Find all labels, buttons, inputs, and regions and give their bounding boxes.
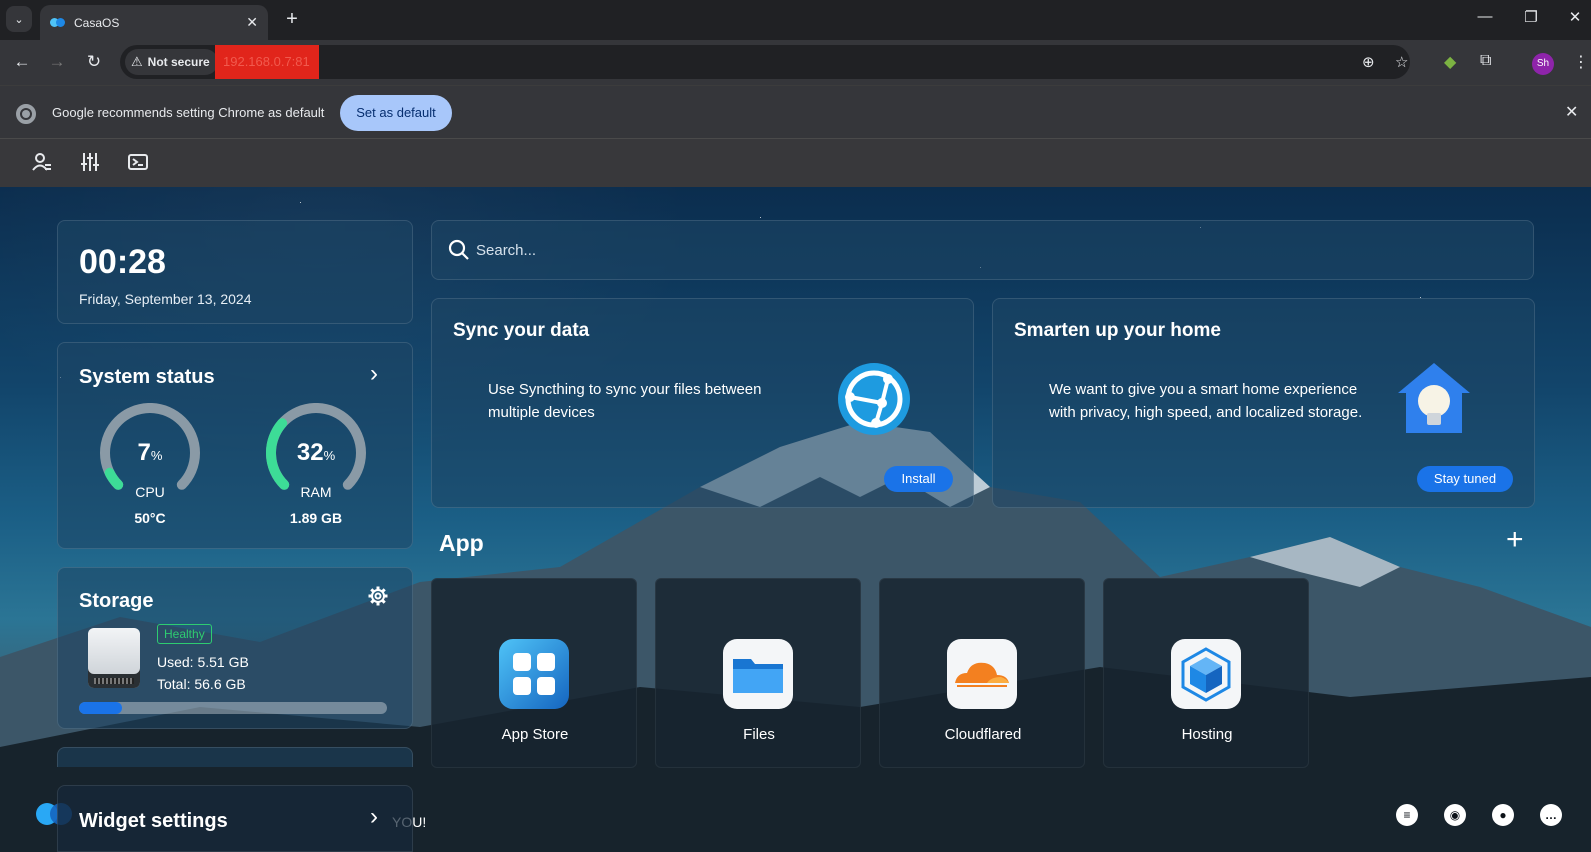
settings-sliders-icon[interactable] xyxy=(80,152,100,177)
search-icon xyxy=(448,239,469,260)
clock-date: Friday, September 13, 2024 xyxy=(79,291,252,307)
gear-icon[interactable] xyxy=(368,586,388,611)
clock-time: 00:28 xyxy=(79,243,166,281)
app-tile-files[interactable]: Files xyxy=(655,578,861,768)
search-input[interactable] xyxy=(476,221,1376,279)
extensions-puzzle-icon[interactable]: ⧉ xyxy=(1480,52,1491,70)
forward-icon[interactable]: → xyxy=(46,52,68,72)
github-icon[interactable]: ● xyxy=(1492,804,1514,826)
infobar-close-icon[interactable]: ✕ xyxy=(1565,102,1578,122)
storage-usage-bar xyxy=(79,702,387,714)
ram-label: RAM xyxy=(300,484,332,500)
add-app-button[interactable]: + xyxy=(1506,523,1524,557)
apps-section-title: App xyxy=(439,530,484,556)
browser-menu-icon[interactable]: ⋮ xyxy=(1573,52,1589,72)
discord-icon[interactable]: ◉ xyxy=(1444,804,1466,826)
system-status-title: System status xyxy=(79,366,215,388)
tab-search-button[interactable]: ⌄ xyxy=(6,6,32,32)
smart-home-bulb-icon xyxy=(1398,363,1470,433)
sync-card-description: Use Syncthing to sync your files between… xyxy=(488,381,762,421)
clock-widget: 00:28 Friday, September 13, 2024 xyxy=(57,220,413,324)
app-store-icon xyxy=(499,639,569,709)
cpu-percent: 7% xyxy=(137,439,163,466)
casaos-favicon-icon xyxy=(50,17,66,29)
storage-used: Used: 5.51 GB xyxy=(157,654,249,670)
set-as-default-button[interactable]: Set as default xyxy=(340,95,452,131)
back-icon[interactable]: ← xyxy=(11,52,33,72)
bookmark-star-icon[interactable]: ☆ xyxy=(1395,53,1408,71)
url-text-redacted[interactable]: 192.168.0.7:81 xyxy=(215,45,319,79)
app-label: Cloudflared xyxy=(944,726,1022,743)
restore-button[interactable]: ❐ xyxy=(1516,8,1546,26)
chevron-right-icon[interactable]: › xyxy=(370,360,378,388)
stay-tuned-button[interactable]: Stay tuned xyxy=(1417,466,1513,492)
app-tile-cloudflared[interactable]: Cloudflared xyxy=(879,578,1085,768)
sync-data-card: Sync your data Use Syncthing to sync you… xyxy=(431,298,974,508)
extension-colorful-icon[interactable]: ◆ xyxy=(1444,52,1456,72)
cpu-label: CPU xyxy=(135,484,165,500)
app-label: Files xyxy=(743,726,775,743)
chat-icon[interactable]: … xyxy=(1540,804,1562,826)
storage-health-badge: Healthy xyxy=(157,624,212,644)
folder-icon xyxy=(723,639,793,709)
widget-settings-title: Widget settings xyxy=(79,810,228,832)
browser-toolbar: ← → ↻ ⚠ Not secure 192.168.0.7:81 ⊕ ☆ ◆ ⧉… xyxy=(0,40,1591,85)
reload-icon[interactable]: ↻ xyxy=(83,52,105,72)
widget-settings-panel[interactable]: Widget settings › xyxy=(57,785,413,852)
not-secure-label: Not secure xyxy=(147,55,210,69)
smart-home-card-title: Smarten up your home xyxy=(1014,320,1221,341)
sync-card-title: Sync your data xyxy=(453,320,590,341)
hard-drive-icon xyxy=(88,628,140,688)
syncthing-icon xyxy=(838,363,910,435)
search-box[interactable] xyxy=(431,220,1534,280)
browser-tab[interactable]: CasaOS ✕ xyxy=(40,5,268,40)
profile-avatar[interactable]: Sh xyxy=(1532,53,1554,75)
browser-titlebar: ⌄ CasaOS ✕ + — ❐ ✕ xyxy=(0,0,1591,40)
not-secure-chip[interactable]: ⚠ Not secure xyxy=(125,49,218,75)
tab-title: CasaOS xyxy=(74,15,120,30)
install-button[interactable]: Install xyxy=(884,466,953,492)
app-tile-hosting[interactable]: Hosting xyxy=(1103,578,1309,768)
warning-icon: ⚠ xyxy=(131,54,143,69)
storage-total: Total: 56.6 GB xyxy=(157,676,246,692)
chrome-logo-icon xyxy=(16,104,36,124)
smart-home-card: Smarten up your home We want to give you… xyxy=(992,298,1535,508)
terminal-icon[interactable] xyxy=(128,152,148,177)
smart-home-card-description: We want to give you a smart home experie… xyxy=(1049,381,1363,421)
cube-icon xyxy=(1171,639,1241,709)
casaos-topbar xyxy=(0,139,1591,187)
ram-percent: 32% xyxy=(296,439,336,466)
storage-title: Storage xyxy=(79,590,154,612)
account-icon[interactable] xyxy=(32,152,52,177)
hidden-widget-edge xyxy=(57,747,413,767)
storage-usage-fill xyxy=(79,702,123,714)
storage-widget: Storage Healthy Used: 5.51 GB Total: 56.… xyxy=(57,567,413,729)
zoom-icon[interactable]: ⊕ xyxy=(1362,53,1375,71)
app-label: Hosting xyxy=(1181,726,1233,743)
new-tab-button[interactable]: + xyxy=(280,8,304,31)
system-status-widget: System status › 7% CPU 50°C 32% RAM 1.89… xyxy=(57,342,413,549)
casaos-dashboard: 00:28 Friday, September 13, 2024 System … xyxy=(0,187,1591,852)
minimize-button[interactable]: — xyxy=(1470,8,1500,25)
address-bar[interactable]: ⚠ Not secure 192.168.0.7:81 ⊕ ☆ xyxy=(120,45,1410,79)
cpu-temperature: 50°C xyxy=(134,510,166,526)
widget-settings-chevron-icon[interactable]: › xyxy=(370,803,378,831)
cloudflare-icon xyxy=(947,639,1017,709)
docs-icon[interactable]: ≡ xyxy=(1396,804,1418,826)
tab-close-icon[interactable]: ✕ xyxy=(246,14,258,31)
app-label: App Store xyxy=(501,726,569,743)
infobar-message: Google recommends setting Chrome as defa… xyxy=(52,105,325,120)
default-browser-infobar: Google recommends setting Chrome as defa… xyxy=(0,85,1591,139)
app-tile-app-store[interactable]: App Store xyxy=(431,578,637,768)
ram-used: 1.89 GB xyxy=(289,510,343,526)
window-close-button[interactable]: ✕ xyxy=(1560,8,1590,26)
